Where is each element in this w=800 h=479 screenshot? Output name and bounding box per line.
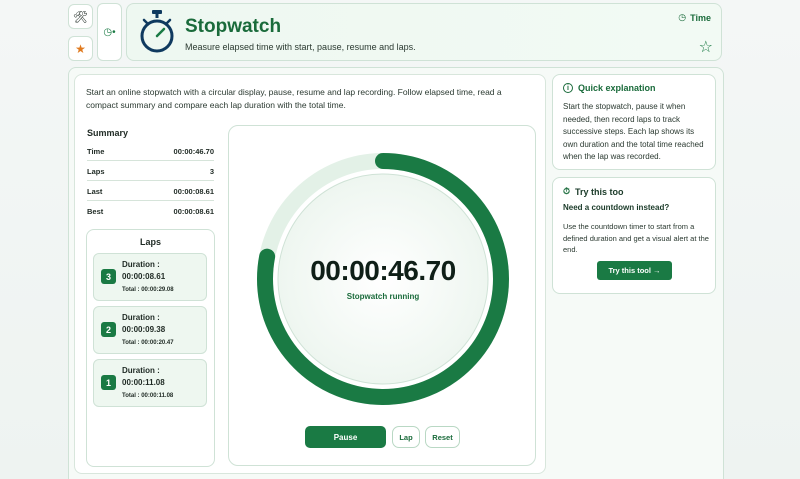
category-time-button[interactable]: ◷•: [97, 3, 122, 61]
summary-row-time: Time 00:00:46.70: [87, 142, 214, 161]
reset-button[interactable]: Reset: [425, 426, 460, 448]
star-icon: ★: [75, 41, 86, 56]
quick-explanation-title: Quick explanation: [578, 83, 656, 93]
favorites-button[interactable]: ★: [68, 36, 93, 61]
lap-total: Total : 00:00:11.08: [122, 393, 174, 399]
try-this-card: ⏱ Try this too Need a countdown instead?…: [552, 177, 716, 294]
quick-explanation-text: Start the stopwatch, pause it when neede…: [563, 102, 704, 161]
clock-icon: ◷•: [103, 26, 116, 38]
category-link[interactable]: ◷ Time: [678, 12, 711, 23]
intro-text: Start an online stopwatch with a circula…: [86, 87, 502, 110]
category-label: Time: [690, 12, 711, 23]
tool-header: Stopwatch Measure elapsed time with star…: [126, 3, 722, 61]
try-this-tool-button[interactable]: Try this tool →: [597, 261, 672, 280]
summary-row-laps: Laps 3: [87, 162, 214, 181]
summary-row-best: Best 00:00:08.61: [87, 207, 214, 216]
lap-total: Total : 00:00:29.08: [122, 287, 174, 293]
laps-title: Laps: [139, 237, 161, 247]
lap-duration: 00:00:11.08: [122, 378, 165, 387]
stopwatch-status: Stopwatch running: [346, 292, 420, 301]
lap-duration: 00:00:09.38: [122, 325, 166, 334]
favorite-star-icon[interactable]: ☆: [699, 40, 713, 56]
summary-row-last: Last 00:00:08.61: [87, 182, 214, 201]
lap-number-badge: 2: [101, 322, 116, 337]
pause-button[interactable]: Pause: [305, 426, 386, 448]
try-this-text: Use the countdown timer to start from a …: [563, 222, 709, 254]
clock-icon: ◷: [678, 12, 687, 22]
lap-item: 2 Duration : 00:00:09.38 Total : 00:00:2…: [93, 306, 207, 354]
tools-icon: 🛠: [72, 9, 89, 24]
lap-total: Total : 00:00:20.47: [122, 340, 174, 346]
lap-duration: 00:00:08.61: [122, 272, 166, 281]
page-title: Stopwatch: [185, 16, 282, 37]
lap-item: 3 Duration : 00:00:08.61 Total : 00:00:2…: [93, 253, 207, 301]
lap-number-badge: 1: [101, 375, 116, 390]
tools-button[interactable]: 🛠: [68, 4, 93, 29]
info-icon: i: [563, 83, 573, 93]
stopwatch-logo-icon: [140, 10, 174, 53]
try-this-title: Try this too: [575, 186, 624, 197]
lap-item: 1 Duration : 00:00:11.08 Total : 00:00:1…: [93, 359, 207, 407]
summary-title: Summary: [87, 128, 129, 138]
page-subtitle: Measure elapsed time with start, pause, …: [185, 42, 416, 52]
elapsed-time-display: 00:00:46.70: [310, 255, 456, 286]
lap-number-badge: 3: [101, 269, 116, 284]
try-this-subtitle: Need a countdown instead?: [563, 203, 670, 212]
stopwatch-icon: ⏱: [563, 186, 571, 196]
lap-button[interactable]: Lap: [392, 426, 420, 448]
quick-explanation-card: i Quick explanation Start the stopwatch,…: [552, 74, 716, 170]
